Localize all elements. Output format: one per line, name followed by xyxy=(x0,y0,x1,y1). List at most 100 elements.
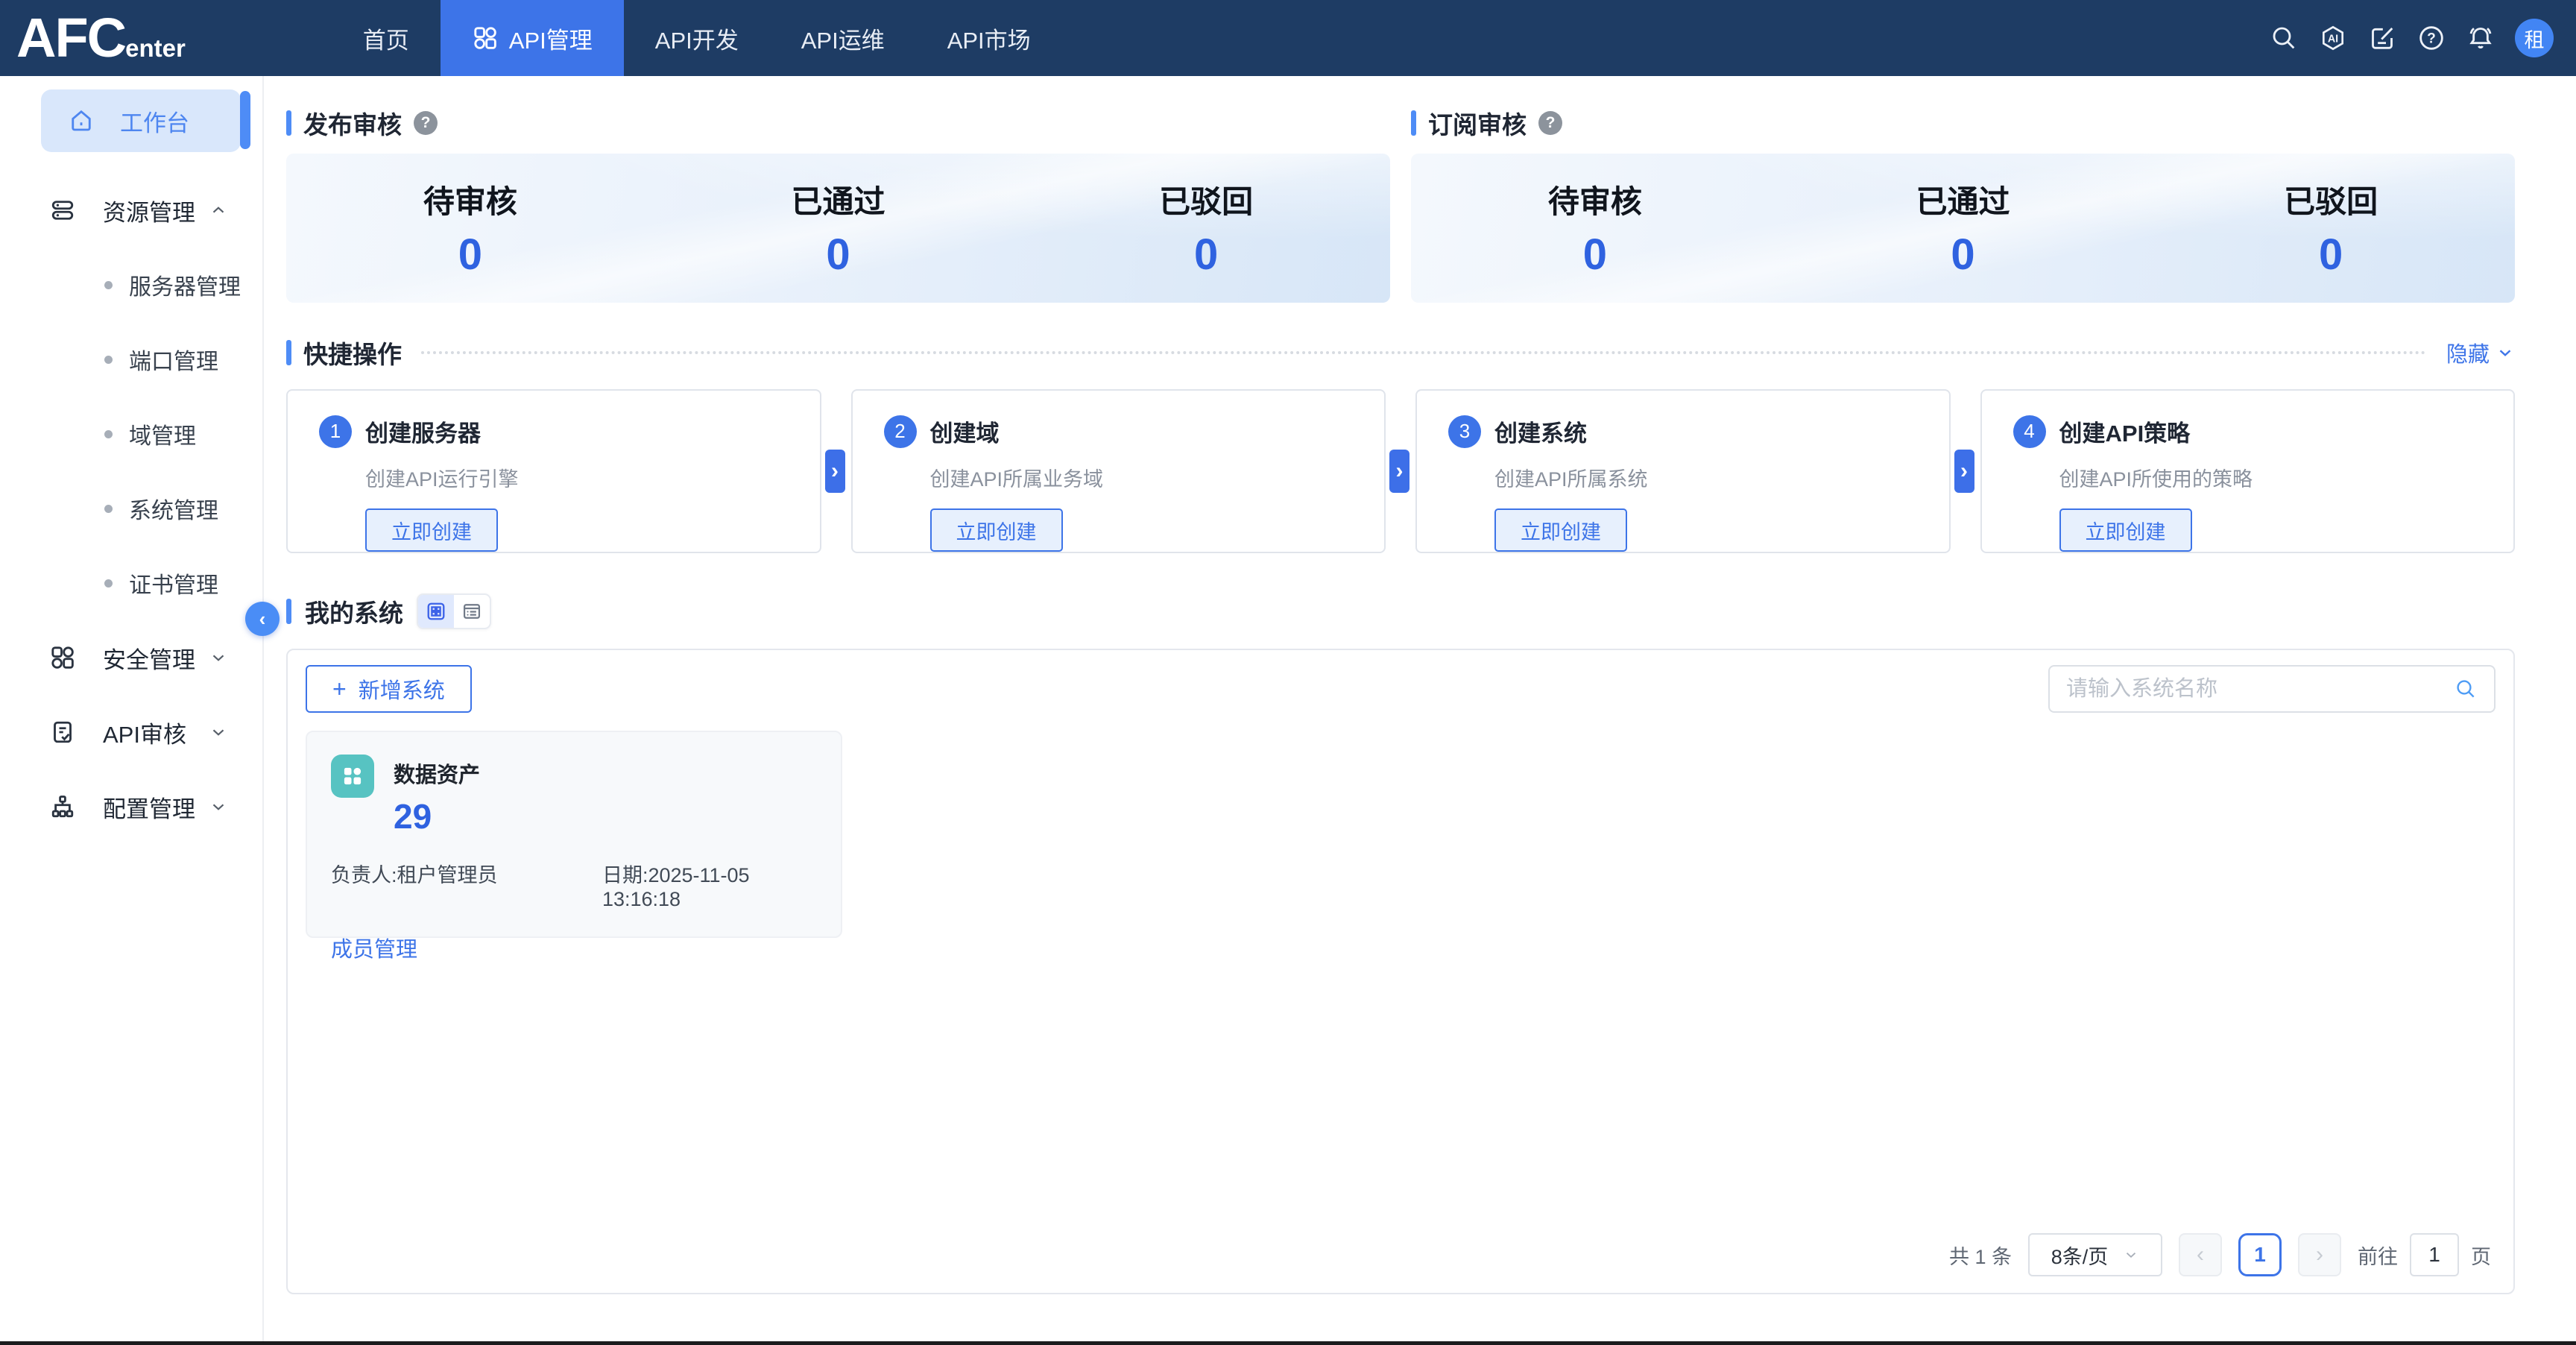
goto-label: 前往 xyxy=(2358,1241,2398,1270)
systems-panel: + 新增系统 xyxy=(286,649,2515,1294)
nav-tab-label: API开发 xyxy=(655,22,739,55)
sidebar-item-domain-management[interactable]: 域管理 xyxy=(0,397,262,471)
sidebar-group-security[interactable]: 安全管理 xyxy=(0,620,262,695)
system-meta: 负责人:租户管理员 日期:2025-11-05 13:16:18 xyxy=(331,859,817,911)
list-view-icon xyxy=(461,601,482,622)
svg-text:AI: AI xyxy=(2328,34,2338,45)
title-accent-bar xyxy=(286,340,291,365)
top-navigation: 首页 API管理 API开发 API运维 xyxy=(332,0,1062,76)
system-search-input[interactable] xyxy=(2066,677,2454,702)
stat-value[interactable]: 0 xyxy=(654,230,1023,280)
system-card-titles: 数据资产 29 xyxy=(394,755,480,837)
help-icon[interactable]: ? xyxy=(2416,23,2446,53)
page-size-select[interactable]: 8条/页 xyxy=(2028,1233,2162,1276)
publish-review-section: 发布审核 ? 待审核 0 已通过 0 已驳回 0 xyxy=(286,106,1390,303)
subscribe-review-section: 订阅审核 ? 待审核 0 已通过 0 已驳回 0 xyxy=(1411,106,2515,303)
bullet-dot-icon xyxy=(104,281,113,289)
grid-view-button[interactable] xyxy=(418,595,454,628)
user-avatar[interactable]: 租 xyxy=(2515,19,2554,57)
stat-label: 已驳回 xyxy=(2147,177,2515,222)
nav-tab-label: API市场 xyxy=(947,22,1031,55)
stat-value[interactable]: 0 xyxy=(1779,230,2147,280)
chevron-down-icon xyxy=(2496,343,2515,362)
sidebar: 工作台 资源管理 服务器管理 xyxy=(0,76,264,1341)
previous-page-button[interactable]: ‹ xyxy=(2179,1233,2222,1276)
help-question-icon[interactable]: ? xyxy=(414,111,438,135)
quick-card-title: 创建域 xyxy=(930,415,1000,448)
brand-logo[interactable]: AFC enter xyxy=(16,10,186,66)
create-now-button[interactable]: 立即创建 xyxy=(365,508,498,552)
sidebar-item-server-management[interactable]: 服务器管理 xyxy=(0,248,262,322)
title-accent-bar xyxy=(286,110,291,136)
quick-card-description: 创建API所属业务域 xyxy=(930,463,1354,492)
nav-tab-label: API运维 xyxy=(801,22,885,55)
system-count[interactable]: 29 xyxy=(394,796,480,837)
bullet-dot-icon xyxy=(104,430,113,438)
quick-card-create-api-policy: 4 创建API策略 创建API所使用的策略 立即创建 xyxy=(1980,389,2516,553)
member-management-link[interactable]: 成员管理 xyxy=(331,932,817,963)
subscribe-review-banner: 待审核 0 已通过 0 已驳回 0 xyxy=(1411,154,2515,303)
sidebar-item-port-management[interactable]: 端口管理 xyxy=(0,322,262,397)
search-icon[interactable] xyxy=(2454,677,2478,701)
publish-review-banner: 待审核 0 已通过 0 已驳回 0 xyxy=(286,154,1390,303)
home-icon xyxy=(68,107,95,134)
pagination-total: 共 1 条 xyxy=(1949,1241,2012,1270)
stat-value[interactable]: 0 xyxy=(286,230,654,280)
hide-quick-actions-link[interactable]: 隐藏 xyxy=(2446,337,2515,368)
sidebar-item-label: 域管理 xyxy=(129,418,196,450)
goto-page-input[interactable] xyxy=(2410,1233,2459,1276)
list-view-button[interactable] xyxy=(454,595,490,628)
main-content: 发布审核 ? 待审核 0 已通过 0 已驳回 0 xyxy=(264,76,2576,1341)
notification-bell-icon[interactable] xyxy=(2466,23,2496,53)
sidebar-group-label: 资源管理 xyxy=(103,194,209,227)
add-system-button[interactable]: + 新增系统 xyxy=(306,665,472,713)
sidebar-collapse-button[interactable]: ‹ xyxy=(245,602,280,636)
help-question-icon[interactable]: ? xyxy=(1538,111,1562,135)
nav-tab-api-market[interactable]: API市场 xyxy=(916,0,1062,76)
systems-grid: 数据资产 29 负责人:租户管理员 日期:2025-11-05 13:16:18… xyxy=(306,731,2496,938)
nav-tab-api-management[interactable]: API管理 xyxy=(441,0,624,76)
sidebar-item-label: 系统管理 xyxy=(129,492,218,525)
stat-value[interactable]: 0 xyxy=(1411,230,1779,280)
sidebar-group-api-review[interactable]: API审核 xyxy=(0,695,262,769)
view-mode-toggle xyxy=(417,593,491,629)
goto-unit: 页 xyxy=(2471,1241,2491,1270)
stat-value[interactable]: 0 xyxy=(2147,230,2515,280)
create-now-button[interactable]: 立即创建 xyxy=(930,508,1063,552)
next-page-button[interactable]: › xyxy=(2298,1233,2341,1276)
system-card-data-assets[interactable]: 数据资产 29 负责人:租户管理员 日期:2025-11-05 13:16:18… xyxy=(306,731,842,938)
ai-assistant-icon[interactable]: AI xyxy=(2318,23,2348,53)
sidebar-item-system-management[interactable]: 系统管理 xyxy=(0,471,262,546)
step-arrow-icon: › xyxy=(825,450,845,493)
create-now-button[interactable]: 立即创建 xyxy=(1494,508,1627,552)
hide-label: 隐藏 xyxy=(2446,337,2490,368)
add-system-label: 新增系统 xyxy=(359,673,445,705)
sidebar-item-workbench[interactable]: 工作台 xyxy=(41,89,241,152)
system-owner: 负责人:租户管理员 xyxy=(331,859,602,911)
chevron-down-icon xyxy=(2123,1247,2139,1263)
afcenter-app: AFC enter 首页 API管理 API开发 xyxy=(0,0,2576,1345)
components-grid-icon xyxy=(49,644,76,671)
quick-card-header: 3 创建系统 xyxy=(1448,415,1918,448)
create-now-button[interactable]: 立即创建 xyxy=(2059,508,2192,552)
sidebar-group-label: API审核 xyxy=(103,716,209,749)
search-icon[interactable] xyxy=(2269,23,2299,53)
sidebar-group-configuration[interactable]: 配置管理 xyxy=(0,769,262,844)
top-bar-actions: AI ? xyxy=(2269,0,2554,76)
edit-note-icon[interactable] xyxy=(2367,23,2397,53)
nav-tab-api-dev[interactable]: API开发 xyxy=(624,0,770,76)
review-stats-row: 发布审核 ? 待审核 0 已通过 0 已驳回 0 xyxy=(286,106,2515,303)
stat-value[interactable]: 0 xyxy=(1022,230,1390,280)
bullet-dot-icon xyxy=(104,356,113,364)
nav-tab-api-ops[interactable]: API运维 xyxy=(770,0,916,76)
stat-rejected: 已驳回 0 xyxy=(2147,177,2515,280)
current-page-button[interactable]: 1 xyxy=(2238,1233,2282,1276)
quick-card-description: 创建API所属系统 xyxy=(1494,463,1918,492)
nav-tab-home[interactable]: 首页 xyxy=(332,0,441,76)
quick-card-header: 2 创建域 xyxy=(884,415,1354,448)
avatar-text: 租 xyxy=(2525,24,2545,53)
system-search-box xyxy=(2048,665,2496,713)
sidebar-item-certificate-management[interactable]: 证书管理 xyxy=(0,546,262,620)
sidebar-group-resources[interactable]: 资源管理 xyxy=(0,173,262,248)
chevron-down-icon xyxy=(209,797,228,816)
